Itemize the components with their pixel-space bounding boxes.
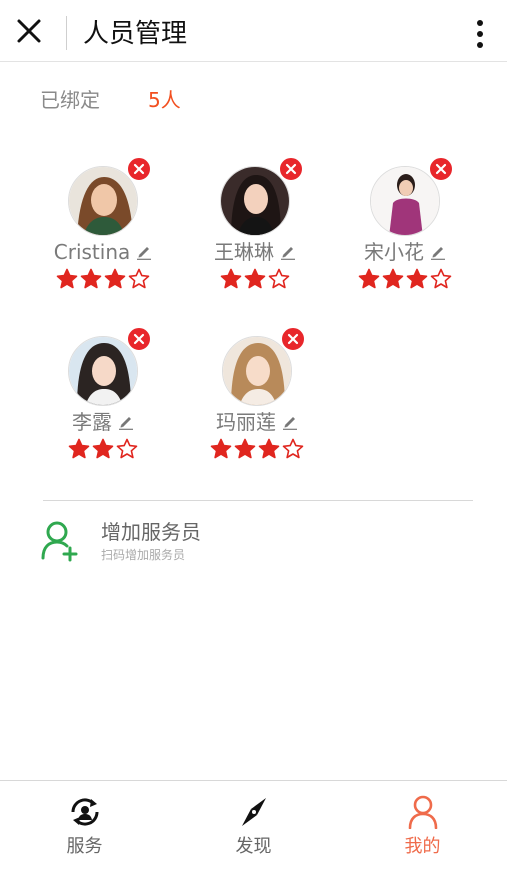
star-filled-icon (382, 268, 404, 289)
remove-staff-button[interactable] (428, 156, 454, 182)
remove-staff-button[interactable] (126, 156, 152, 182)
remove-staff-button[interactable] (126, 326, 152, 352)
star-empty-icon (430, 268, 452, 289)
star-rating (182, 438, 332, 462)
staff-card[interactable]: 王琳琳 (180, 156, 330, 306)
add-staff-subtitle: 扫码增加服务员 (101, 548, 186, 562)
staff-card[interactable]: 李露 (28, 326, 178, 476)
section-divider (43, 500, 473, 501)
staff-name: 王琳琳 (214, 240, 274, 264)
title-divider (66, 16, 67, 50)
staff-name-row: 李露 (28, 408, 178, 436)
star-rating (330, 268, 480, 292)
star-filled-icon (220, 268, 242, 289)
add-staff-title: 增加服务员 (101, 520, 201, 544)
staff-name: 李露 (72, 410, 112, 434)
star-empty-icon (116, 438, 138, 459)
star-empty-icon (128, 268, 150, 289)
tab-label: 服务 (66, 836, 103, 857)
bound-label: 已绑定 (40, 88, 100, 112)
staff-name: 宋小花 (364, 240, 424, 264)
pencil-icon[interactable] (280, 244, 296, 260)
staff-name: Cristina (53, 240, 131, 264)
add-user-icon (41, 521, 78, 562)
bound-count: 5人 (148, 88, 181, 112)
remove-staff-button[interactable] (278, 156, 304, 182)
star-filled-icon (244, 268, 266, 289)
add-staff-button[interactable]: 增加服务员 扫码增加服务员 (36, 514, 476, 572)
top-bar: 人员管理 (0, 0, 507, 62)
star-filled-icon (92, 438, 114, 459)
star-filled-icon (234, 438, 256, 459)
staff-name: 玛丽莲 (216, 410, 276, 434)
staff-card[interactable]: Cristina (28, 156, 178, 306)
staff-name-row: Cristina (28, 238, 178, 266)
user-icon (408, 795, 437, 829)
star-filled-icon (210, 438, 232, 459)
star-empty-icon (282, 438, 304, 459)
tab-label: 发现 (235, 836, 272, 857)
avatar-wrap (220, 156, 304, 236)
star-rating (28, 438, 178, 462)
pencil-icon[interactable] (118, 414, 134, 430)
staff-card[interactable]: 玛丽莲 (182, 326, 332, 476)
close-icon (133, 163, 145, 175)
star-rating (180, 268, 330, 292)
more-button[interactable] (473, 17, 487, 51)
staff-card[interactable]: 宋小花 (330, 156, 480, 306)
page-title: 人员管理 (83, 19, 188, 49)
pencil-icon[interactable] (430, 244, 446, 260)
close-icon (435, 163, 447, 175)
tab-service[interactable]: 服务 (0, 781, 169, 869)
avatar-wrap (68, 156, 152, 236)
close-icon (287, 333, 299, 345)
star-rating (28, 268, 178, 292)
compass-icon (241, 798, 266, 826)
avatar-wrap (68, 326, 152, 406)
tab-mine[interactable]: 我的 (338, 781, 507, 869)
star-filled-icon (56, 268, 78, 289)
avatar-wrap (222, 326, 306, 406)
close-icon (285, 163, 297, 175)
tab-discover[interactable]: 发现 (169, 781, 338, 869)
service-refresh-icon (70, 798, 99, 826)
star-filled-icon (80, 268, 102, 289)
star-filled-icon (406, 268, 428, 289)
pencil-icon[interactable] (282, 414, 298, 430)
star-filled-icon (258, 438, 280, 459)
staff-name-row: 宋小花 (330, 238, 480, 266)
close-icon (17, 19, 41, 43)
star-filled-icon (358, 268, 380, 289)
star-filled-icon (68, 438, 90, 459)
tab-label: 我的 (404, 836, 441, 857)
bound-summary: 已绑定 5人 (40, 86, 181, 114)
close-icon (133, 333, 145, 345)
staff-name-row: 王琳琳 (180, 238, 330, 266)
more-vertical-icon (477, 20, 483, 48)
close-button[interactable] (12, 14, 46, 48)
star-empty-icon (268, 268, 290, 289)
staff-name-row: 玛丽莲 (182, 408, 332, 436)
bottom-tab-bar: 服务 发现 我的 (0, 780, 507, 869)
pencil-icon[interactable] (136, 244, 152, 260)
star-filled-icon (104, 268, 126, 289)
avatar-wrap (370, 156, 454, 236)
remove-staff-button[interactable] (280, 326, 306, 352)
